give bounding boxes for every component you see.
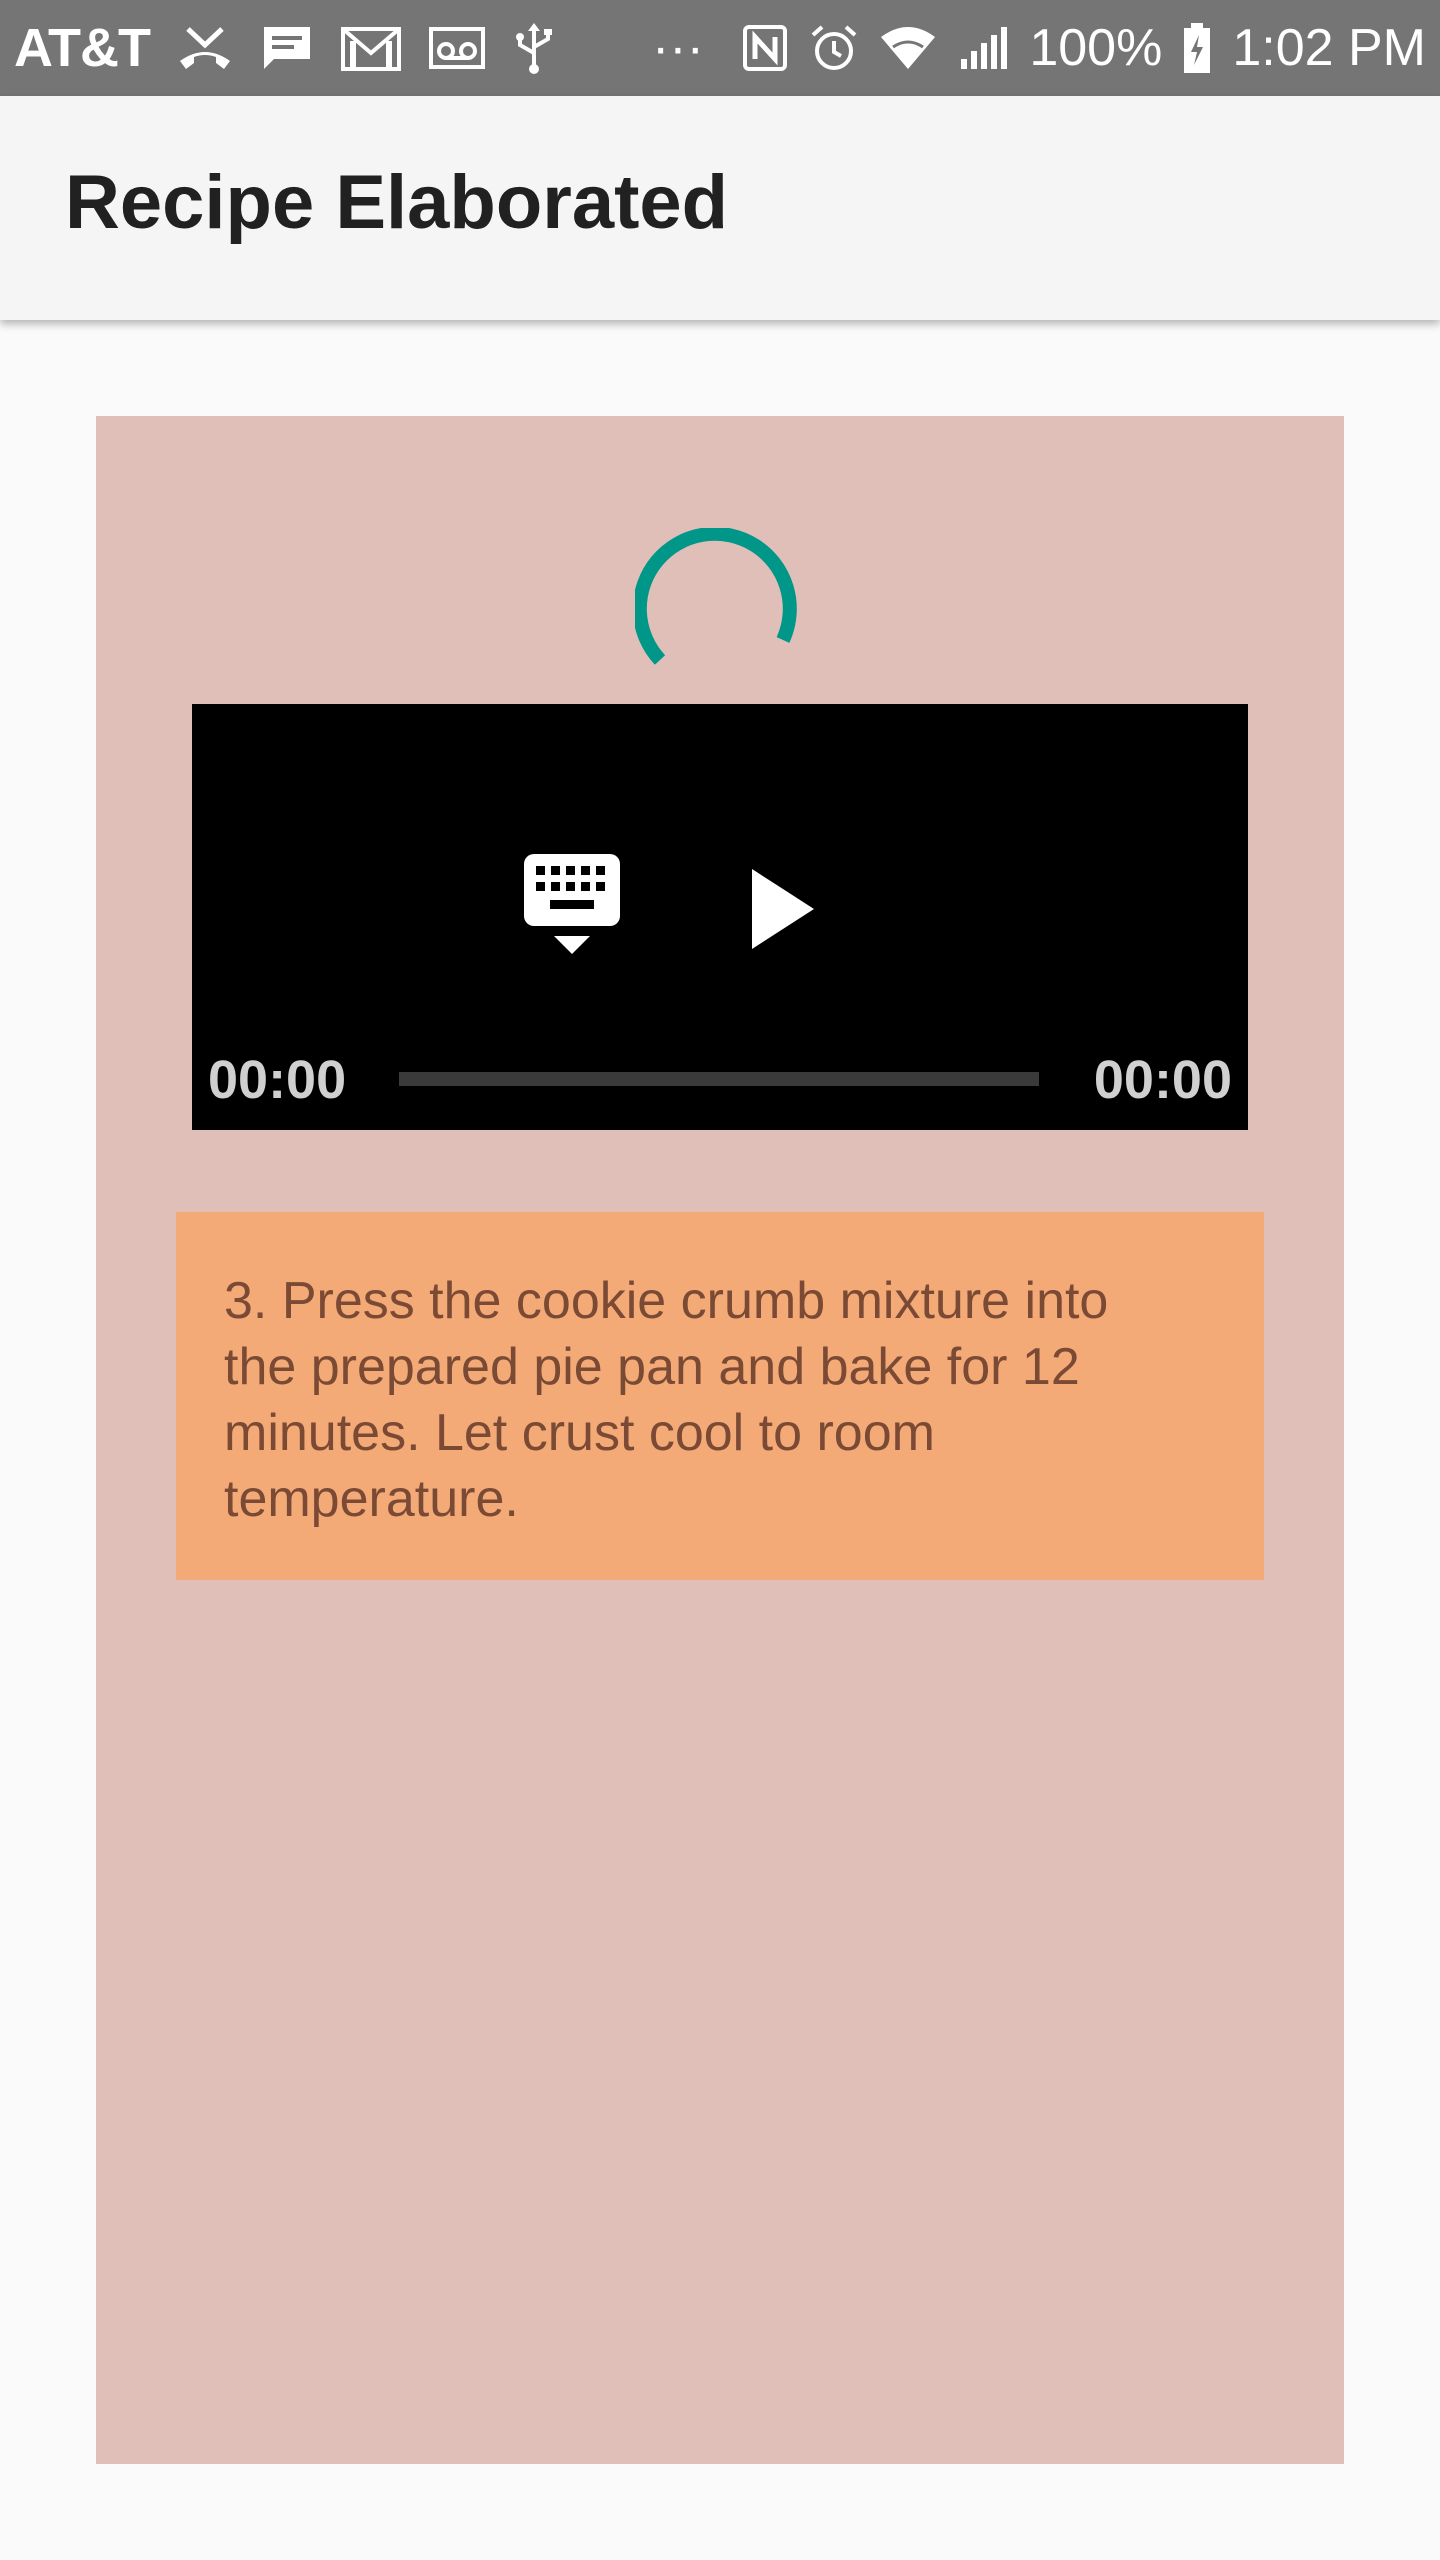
- gmail-icon: [340, 23, 402, 73]
- message-icon: [260, 23, 314, 73]
- video-current-time: 00:00: [208, 1050, 347, 1110]
- status-time: 1:02 PM: [1232, 19, 1426, 77]
- app-bar: Recipe Elaborated: [0, 96, 1440, 320]
- play-icon[interactable]: [742, 864, 822, 954]
- carrier-label: AT&T: [14, 18, 151, 78]
- battery-percent: 100%: [1029, 19, 1163, 77]
- nfc-icon: [741, 23, 789, 73]
- step-description-box: 3. Press the cookie crumb mixture into t…: [176, 1212, 1264, 1580]
- usb-icon: [512, 21, 556, 75]
- app-title: Recipe Elaborated: [65, 159, 729, 245]
- video-progress-bar[interactable]: [399, 1072, 1039, 1086]
- wifi-icon: [879, 23, 937, 73]
- missed-call-icon: [176, 23, 234, 73]
- recipe-step-card: 00:00 00:00 3. Press the cookie crumb mi…: [96, 416, 1344, 2464]
- status-bar-left: AT&T ···: [14, 17, 704, 79]
- video-total-time: 00:00: [1093, 1050, 1232, 1110]
- video-player[interactable]: 00:00 00:00: [192, 704, 1248, 1130]
- voicemail-icon: [428, 23, 486, 73]
- step-description-text: 3. Press the cookie crumb mixture into t…: [224, 1272, 1109, 1528]
- battery-charging-icon: [1182, 21, 1212, 75]
- keyboard-icon[interactable]: [522, 852, 622, 962]
- alarm-icon: [809, 23, 859, 73]
- more-notifications-indicator: ···: [651, 19, 704, 77]
- signal-icon: [957, 23, 1009, 73]
- status-bar: AT&T ··· 100% 1:02 PM: [0, 0, 1440, 96]
- status-bar-right: 100% 1:02 PM: [741, 18, 1426, 78]
- loading-spinner-icon: [635, 528, 797, 665]
